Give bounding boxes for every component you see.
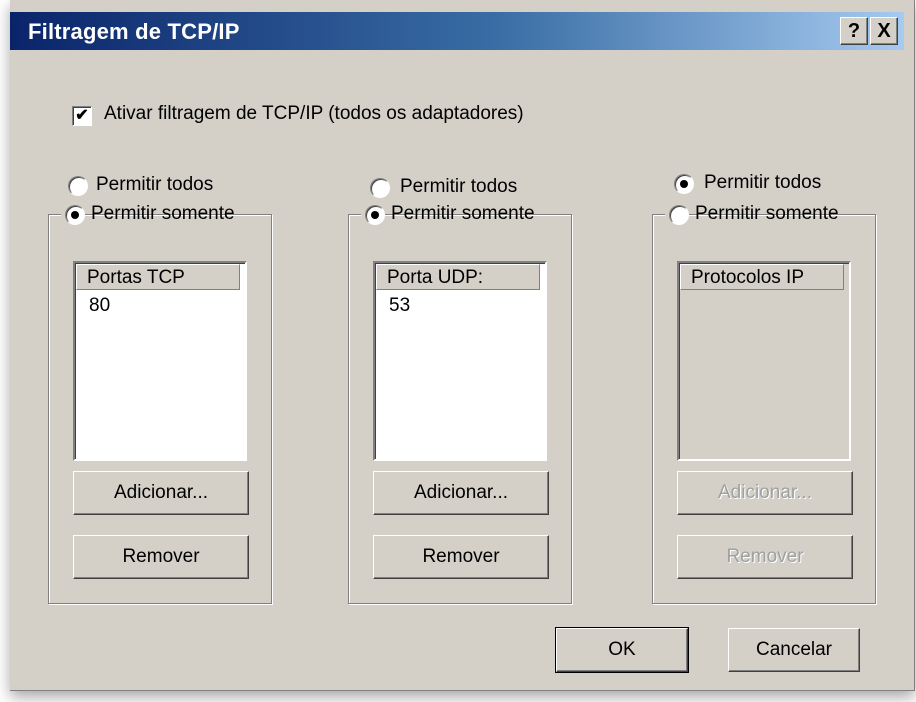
check-icon: ✔	[75, 107, 89, 124]
udp-permit-only-legend: Permitir somente	[361, 203, 535, 227]
udp-ports-column-header[interactable]: Porta UDP:	[376, 264, 540, 290]
help-button[interactable]: ?	[840, 17, 868, 45]
udp-ports-listbox[interactable]: Porta UDP: 53	[373, 261, 547, 461]
enable-filter-label: Ativar filtragem de TCP/IP (todos os ada…	[104, 103, 524, 124]
tcp-remove-button[interactable]: Remover	[73, 535, 249, 579]
radio-selected-dot	[371, 211, 379, 219]
tcp-permit-all-radio[interactable]	[68, 176, 88, 196]
udp-permit-all-label: Permitir todos	[400, 176, 518, 197]
tcp-permit-only-label: Permitir somente	[91, 203, 235, 224]
tcp-ports-listbox[interactable]: Portas TCP 80	[73, 261, 247, 461]
radio-selected-dot	[71, 211, 79, 219]
ip-permit-only-legend: Permitir somente	[665, 203, 839, 227]
ip-permit-only-radio[interactable]	[669, 205, 689, 225]
tcp-permit-only-legend: Permitir somente	[61, 203, 235, 227]
ip-protocols-column-header[interactable]: Protocolos IP	[680, 264, 844, 290]
ip-permit-only-label: Permitir somente	[695, 203, 839, 224]
ip-remove-button[interactable]: Remover	[677, 535, 853, 579]
title-bar: Filtragem de TCP/IP ? X	[10, 12, 904, 50]
tcp-ports-column-header[interactable]: Portas TCP	[76, 264, 240, 290]
tcp-permit-only-radio[interactable]	[65, 205, 85, 225]
radio-selected-dot	[680, 180, 688, 188]
udp-add-button[interactable]: Adicionar...	[373, 471, 549, 515]
tcp-permit-all-label: Permitir todos	[96, 174, 214, 195]
cancel-button[interactable]: Cancelar	[728, 628, 860, 672]
dialog-title: Filtragem de TCP/IP	[28, 19, 240, 44]
ip-protocols-listbox[interactable]: Protocolos IP	[677, 261, 851, 461]
list-item[interactable]: 53	[389, 295, 410, 317]
udp-remove-button[interactable]: Remover	[373, 535, 549, 579]
ip-permit-all-radio[interactable]	[674, 174, 694, 194]
udp-permit-only-radio[interactable]	[365, 205, 385, 225]
close-button[interactable]: X	[870, 17, 898, 45]
ok-button[interactable]: OK	[555, 627, 689, 673]
ip-permit-all-label: Permitir todos	[704, 172, 822, 193]
ip-protocols-group: Permitir somente Protocolos IP Adicionar…	[652, 203, 876, 604]
ip-add-button[interactable]: Adicionar...	[677, 471, 853, 515]
enable-filter-checkbox[interactable]: ✔	[72, 106, 92, 126]
udp-permit-only-label: Permitir somente	[391, 203, 535, 224]
tcp-ports-group: Permitir somente Portas TCP 80 Adicionar…	[48, 203, 272, 604]
udp-permit-all-radio[interactable]	[370, 178, 390, 198]
tcp-add-button[interactable]: Adicionar...	[73, 471, 249, 515]
udp-ports-group: Permitir somente Porta UDP: 53 Adicionar…	[348, 203, 572, 604]
list-item[interactable]: 80	[89, 295, 110, 317]
